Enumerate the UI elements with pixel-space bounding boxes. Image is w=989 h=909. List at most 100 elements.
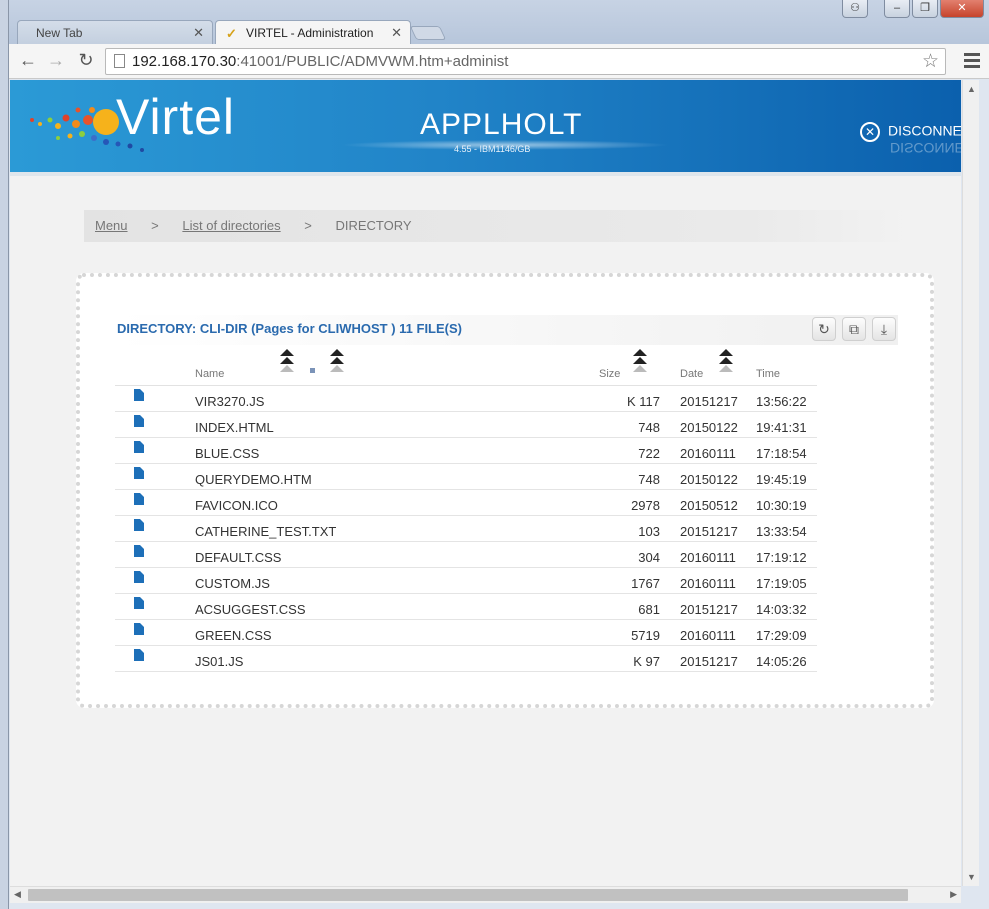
scroll-right-icon[interactable]: ▶	[950, 889, 957, 900]
file-name[interactable]: CATHERINE_TEST.TXT	[195, 524, 336, 539]
file-name[interactable]: ACSUGGEST.CSS	[195, 602, 306, 617]
file-name[interactable]: BLUE.CSS	[195, 446, 259, 461]
file-size: 681	[638, 602, 660, 617]
vertical-scrollbar[interactable]: ▲ ▼	[962, 80, 979, 886]
breadcrumb-separator: >	[304, 218, 312, 233]
new-tab-button[interactable]	[409, 26, 447, 40]
file-icon	[134, 389, 144, 401]
file-date: 20151217	[680, 602, 738, 617]
table-row[interactable]: BLUE.CSS 722 20160111 17:18:54	[115, 438, 817, 464]
scroll-down-icon[interactable]: ▼	[967, 872, 976, 882]
table-row[interactable]: QUERYDEMO.HTM 748 20150122 19:45:19	[115, 464, 817, 490]
table-row[interactable]: ACSUGGEST.CSS 681 20151217 14:03:32	[115, 594, 817, 620]
table-row[interactable]: JS01.JS K 97 20151217 14:05:26	[115, 646, 817, 672]
sort-indicator-icon	[310, 368, 315, 373]
disconnect-icon: ✕	[860, 122, 880, 142]
window-controls: ⚇ – ❐ ✕	[842, 0, 984, 18]
tab-close-icon[interactable]: ✕	[391, 25, 402, 41]
file-name[interactable]: JS01.JS	[195, 654, 243, 669]
back-arrow-icon[interactable]: ←	[17, 50, 39, 72]
file-date: 20160111	[680, 446, 736, 461]
file-time: 13:56:22	[756, 394, 807, 409]
sort-name-icon[interactable]	[280, 349, 294, 375]
table-row[interactable]: FAVICON.ICO 2978 20150512 10:30:19	[115, 490, 817, 516]
address-bar[interactable]: 192.168.170.30:41001/PUBLIC/ADMVWM.htm+a…	[105, 48, 946, 75]
table-row[interactable]: VIR3270.JS K 117 20151217 13:56:22	[115, 386, 817, 412]
file-date: 20151217	[680, 654, 738, 669]
table-header: Name Size Date Time	[115, 347, 817, 386]
url-text[interactable]: 192.168.170.30:41001/PUBLIC/ADMVWM.htm+a…	[132, 53, 508, 70]
reload-icon[interactable]: ↻	[75, 50, 97, 72]
file-size: 5719	[631, 628, 660, 643]
table-row[interactable]: INDEX.HTML 748 20150122 19:41:31	[115, 412, 817, 438]
disconnect-label: DISCONNEC	[888, 122, 961, 139]
file-name[interactable]: VIR3270.JS	[195, 394, 264, 409]
panel-header: DIRECTORY: CLI-DIR (Pages for CLIWHOST )…	[115, 315, 898, 345]
file-size: 1767	[631, 576, 660, 591]
file-date: 20151217	[680, 524, 738, 539]
restore-button[interactable]: ❐	[912, 0, 938, 18]
horizontal-scrollbar[interactable]: ◀ ▶	[10, 886, 961, 903]
table-row[interactable]: CATHERINE_TEST.TXT 103 20151217 13:33:54	[115, 516, 817, 542]
column-time[interactable]: Time	[756, 368, 780, 380]
refresh-icon[interactable]: ↻	[812, 317, 836, 341]
close-window-button[interactable]: ✕	[940, 0, 984, 18]
sort-ext-icon[interactable]	[330, 349, 344, 375]
scroll-left-icon[interactable]: ◀	[14, 889, 21, 900]
scroll-up-icon[interactable]: ▲	[967, 84, 976, 94]
file-date: 20160111	[680, 576, 736, 591]
file-date: 20160111	[680, 550, 736, 565]
file-date: 20150122	[680, 420, 738, 435]
url-host: 192.168.170.30	[132, 53, 237, 70]
file-name[interactable]: INDEX.HTML	[195, 420, 274, 435]
file-size: 748	[638, 472, 660, 487]
file-size: 722	[638, 446, 660, 461]
bookmark-star-icon[interactable]: ☆	[922, 50, 939, 73]
browser-window: New Tab ✕ ✓ VIRTEL - Administration ✕ ⚇ …	[8, 0, 989, 909]
browser-menu-icon[interactable]	[964, 50, 980, 72]
export-icon[interactable]: ⤓	[872, 317, 896, 341]
sort-size-icon[interactable]	[633, 349, 647, 375]
tab-close-icon[interactable]: ✕	[193, 25, 204, 41]
table-row[interactable]: CUSTOM.JS 1767 20160111 17:19:05	[115, 568, 817, 594]
file-size: K 97	[633, 654, 660, 669]
minimize-button[interactable]: –	[884, 0, 910, 18]
column-date[interactable]: Date	[680, 368, 703, 380]
page-icon	[114, 54, 125, 68]
file-name[interactable]: CUSTOM.JS	[195, 576, 270, 591]
breadcrumb-separator: >	[151, 218, 159, 233]
breadcrumb-list-link[interactable]: List of directories	[182, 218, 280, 233]
file-time: 17:29:09	[756, 628, 807, 643]
file-icon	[134, 545, 144, 557]
table-row[interactable]: DEFAULT.CSS 304 20160111 17:19:12	[115, 542, 817, 568]
file-icon	[134, 441, 144, 453]
file-name[interactable]: QUERYDEMO.HTM	[195, 472, 312, 487]
file-name[interactable]: DEFAULT.CSS	[195, 550, 281, 565]
file-time: 17:19:12	[756, 550, 807, 565]
copy-icon[interactable]: ⧉	[842, 317, 866, 341]
column-name[interactable]: Name	[195, 368, 224, 380]
file-name[interactable]: FAVICON.ICO	[195, 498, 278, 513]
table-row[interactable]: GREEN.CSS 5719 20160111 17:29:09	[115, 620, 817, 646]
user-profile-icon[interactable]: ⚇	[842, 0, 868, 18]
forward-arrow-icon[interactable]: →	[45, 50, 67, 72]
file-size: 103	[638, 524, 660, 539]
directory-table: Name Size Date Time VIR3270.JS K 117 20151…	[115, 347, 817, 672]
breadcrumb-menu-link[interactable]: Menu	[95, 218, 128, 233]
file-name[interactable]: GREEN.CSS	[195, 628, 272, 643]
application-version: 4.55 - IBM1146/GB	[454, 144, 531, 154]
tab-new-tab[interactable]: New Tab ✕	[17, 20, 213, 45]
directory-panel: DIRECTORY: CLI-DIR (Pages for CLIWHOST )…	[76, 273, 934, 708]
scroll-thumb[interactable]	[28, 889, 908, 901]
file-size: 748	[638, 420, 660, 435]
brand-name: Virtel	[116, 89, 236, 145]
url-path: :41001/PUBLIC/ADMVWM.htm+administ	[236, 53, 509, 70]
sort-date-icon[interactable]	[719, 349, 733, 375]
column-size[interactable]: Size	[599, 368, 620, 380]
tab-virtel-administration[interactable]: ✓ VIRTEL - Administration ✕	[215, 20, 411, 45]
disconnect-button[interactable]: ✕ DISCONNEC DISCONNEC	[860, 122, 961, 156]
file-icon	[134, 649, 144, 661]
panel-title: DIRECTORY: CLI-DIR (Pages for CLIWHOST )…	[117, 321, 462, 336]
file-time: 13:33:54	[756, 524, 807, 539]
file-size: 304	[638, 550, 660, 565]
